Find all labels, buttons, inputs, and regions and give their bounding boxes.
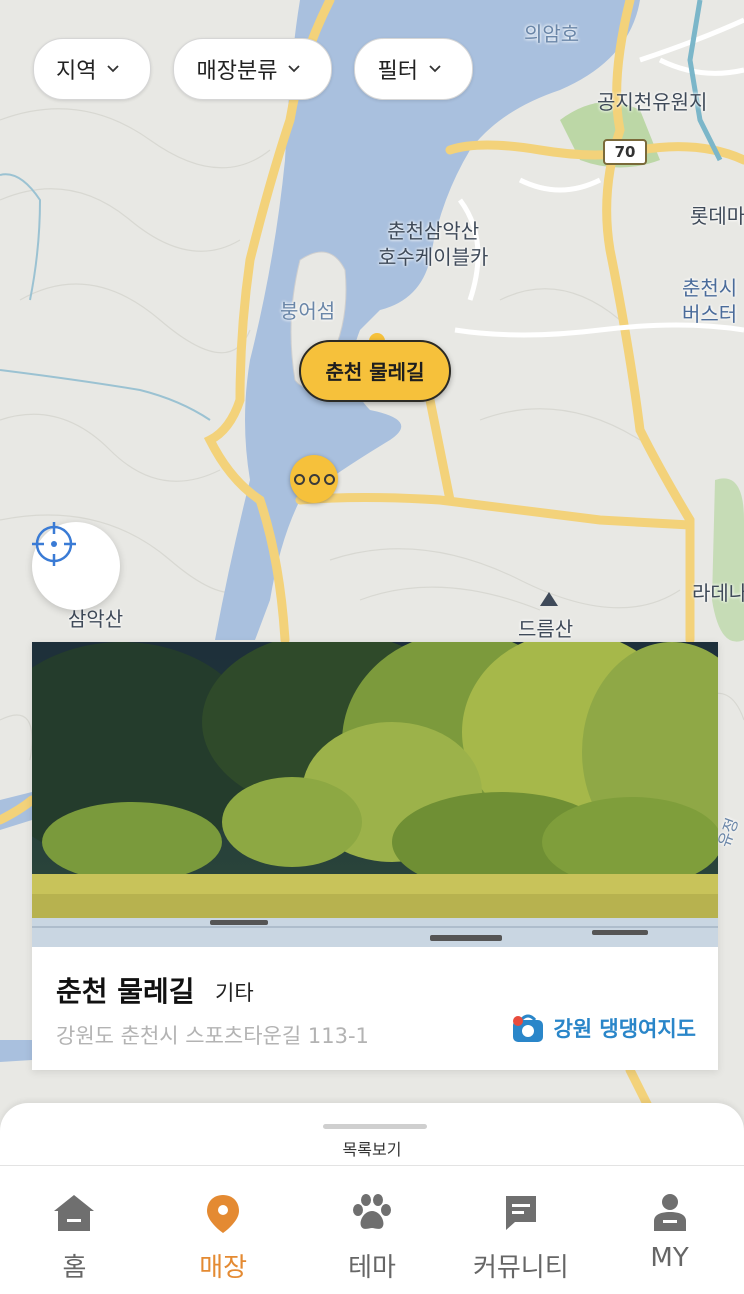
more-dots-icon[interactable] xyxy=(290,455,338,503)
bottom-sheet[interactable]: 목록보기 홈 매장 테마 커뮤니티 MY xyxy=(0,1103,744,1294)
map-label-gongji: 공지천유원지 xyxy=(597,90,708,114)
map-label-cablecar-line2: 호수케이블카 xyxy=(378,245,489,269)
filter-store-category-button[interactable]: 매장분류 xyxy=(173,38,333,100)
tab-label: 매장 xyxy=(199,1253,248,1283)
map-label-cablecar-line1: 춘천삼악산 xyxy=(387,219,480,243)
map-label-terminal-line1: 춘천시 xyxy=(682,276,738,300)
chevron-down-icon xyxy=(107,65,120,73)
person-icon xyxy=(653,1194,686,1231)
map-label-uiamho: 의암호 xyxy=(524,22,580,46)
route-shield: 70 xyxy=(603,139,647,165)
chat-icon xyxy=(505,1196,536,1230)
sheet-handle[interactable] xyxy=(323,1124,427,1129)
tab-label: 홈 xyxy=(62,1253,87,1283)
tab-home[interactable]: 홈 xyxy=(0,1166,149,1294)
filter-label: 필터 xyxy=(377,59,418,84)
dot xyxy=(293,473,305,485)
filter-label: 지역 xyxy=(56,59,97,84)
bottom-tab-bar: 홈 매장 테마 커뮤니티 MY xyxy=(0,1166,744,1294)
tab-label: MY xyxy=(650,1243,689,1273)
map-label-cablecar: 춘천삼악산 호수케이블카 xyxy=(378,218,488,270)
map-label-terminal-line2: 버스터 xyxy=(682,302,738,326)
map-label-terminal: 춘천시 버스터 xyxy=(682,275,737,327)
paw-icon xyxy=(352,1194,391,1229)
chevron-down-icon xyxy=(429,65,441,73)
selected-place-marker[interactable]: 춘천 물레길 xyxy=(299,340,451,402)
chevron-down-icon xyxy=(288,65,301,73)
dot xyxy=(308,473,320,485)
place-category: 기타 xyxy=(215,981,254,1005)
tab-label: 커뮤니티 xyxy=(472,1253,569,1283)
map-label-bungeoseom: 붕어섬 xyxy=(280,299,336,323)
brand-logo: 강원 댕댕여지도 xyxy=(511,1012,696,1044)
filter-label: 매장분류 xyxy=(196,59,278,84)
locate-me-button[interactable] xyxy=(32,522,120,610)
filter-region-button[interactable]: 지역 xyxy=(33,38,152,100)
tab-my[interactable]: MY xyxy=(595,1166,744,1294)
place-card[interactable]: 춘천 물레길 기타 강원도 춘천시 스포츠타운길 113-1 강원 댕댕여지도 xyxy=(32,642,718,1070)
list-view-button[interactable]: 목록보기 xyxy=(0,1136,744,1160)
tab-community[interactable]: 커뮤니티 xyxy=(446,1166,595,1294)
map-label-lotte: 롯데마 xyxy=(690,204,744,228)
brand-name: 강원 댕댕여지도 xyxy=(553,1017,696,1041)
tab-theme[interactable]: 테마 xyxy=(298,1166,447,1294)
filter-options-button[interactable]: 필터 xyxy=(354,38,473,100)
tab-store[interactable]: 매장 xyxy=(149,1166,298,1294)
tab-label: 테마 xyxy=(348,1253,396,1283)
map-label-radenos: 라데나 xyxy=(692,581,744,605)
crosshair-icon xyxy=(32,522,76,566)
location-pin-icon xyxy=(207,1195,240,1233)
place-title: 춘천 물레길 xyxy=(56,975,195,1008)
filter-bar: 지역 매장분류 필터 xyxy=(33,38,473,100)
dot xyxy=(323,473,335,485)
home-icon xyxy=(54,1195,95,1231)
place-address: 강원도 춘천시 스포츠타운길 113-1 xyxy=(56,1024,369,1048)
map-label-deureumsan: 드름산 xyxy=(518,617,574,641)
place-photo xyxy=(32,642,718,947)
map-bag-icon xyxy=(513,1014,544,1042)
